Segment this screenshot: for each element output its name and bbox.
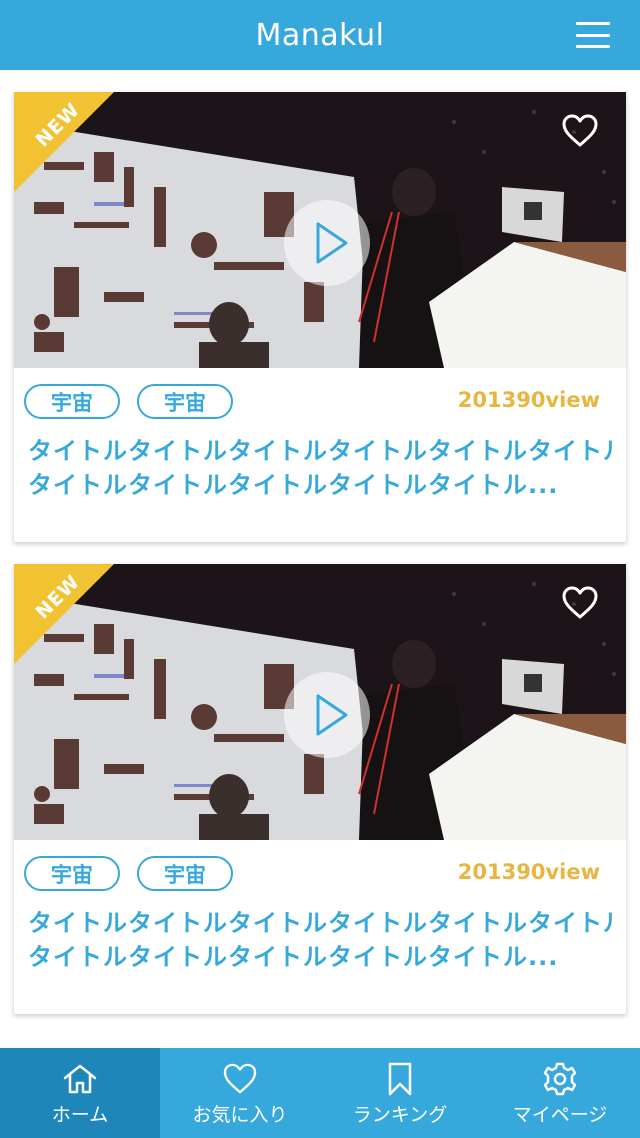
tab-home[interactable]: ホーム	[0, 1048, 160, 1138]
video-thumbnail[interactable]: NEW	[14, 92, 626, 368]
video-card[interactable]: NEW 宇宙 宇宙 201390view タイトルタイトルタイトルタイトルタイト…	[14, 564, 626, 1014]
view-count: 201390view	[457, 860, 600, 884]
video-feed[interactable]: NEW 宇宙 宇宙 201390view タイトルタイトルタイトルタイトルタイト…	[0, 70, 640, 1048]
video-title-line: タイトルタイトルタイトルタイトルタイトル...	[28, 943, 559, 971]
video-title-line: タイトルタイトルタイトルタイトルタイトル...	[28, 471, 559, 499]
video-title[interactable]: タイトルタイトルタイトルタイトルタイトルタイトル タイトルタイトルタイトルタイト…	[28, 906, 612, 974]
new-badge: NEW	[14, 564, 114, 664]
tab-mypage[interactable]: マイページ	[480, 1048, 640, 1138]
app-title: Manakul	[255, 17, 385, 53]
heart-outline-icon[interactable]	[562, 586, 598, 620]
tag[interactable]: 宇宙	[137, 384, 233, 419]
tab-label: お気に入り	[192, 1104, 288, 1126]
bottom-tab-bar: ホーム お気に入り ランキング マイページ	[0, 1048, 640, 1138]
video-title-line: タイトルタイトルタイトルタイトルタイトルタイトル	[28, 437, 612, 465]
play-icon[interactable]	[284, 200, 370, 286]
heart-outline-icon[interactable]	[562, 114, 598, 148]
gear-icon	[543, 1062, 577, 1096]
tag[interactable]: 宇宙	[137, 856, 233, 891]
tab-label: ホーム	[51, 1104, 109, 1126]
new-badge: NEW	[14, 92, 114, 192]
view-count: 201390view	[457, 388, 600, 412]
video-title-line: タイトルタイトルタイトルタイトルタイトルタイトル	[28, 909, 612, 937]
tab-ranking[interactable]: ランキング	[320, 1048, 480, 1138]
tab-label: マイページ	[512, 1104, 608, 1126]
hamburger-menu-icon[interactable]	[576, 22, 610, 48]
app-header: Manakul	[0, 0, 640, 70]
play-icon[interactable]	[284, 672, 370, 758]
heart-icon	[222, 1062, 258, 1096]
video-thumbnail[interactable]: NEW	[14, 564, 626, 840]
bookmark-icon	[387, 1062, 413, 1096]
home-icon	[62, 1062, 98, 1096]
tab-favorites[interactable]: お気に入り	[160, 1048, 320, 1138]
tag[interactable]: 宇宙	[24, 856, 120, 891]
video-card[interactable]: NEW 宇宙 宇宙 201390view タイトルタイトルタイトルタイトルタイト…	[14, 92, 626, 542]
video-title[interactable]: タイトルタイトルタイトルタイトルタイトルタイトル タイトルタイトルタイトルタイト…	[28, 434, 612, 502]
tab-label: ランキング	[352, 1104, 448, 1126]
tag[interactable]: 宇宙	[24, 384, 120, 419]
